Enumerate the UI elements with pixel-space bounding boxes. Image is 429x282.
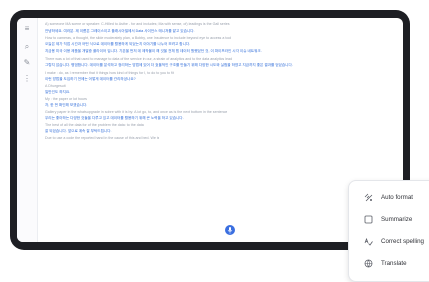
auto-format-icon bbox=[363, 192, 373, 202]
menu-item-label: Auto format bbox=[381, 193, 413, 201]
transcript-line: My : the paper or lot hours bbox=[45, 97, 87, 101]
menu-item-summarize[interactable]: Summarize bbox=[349, 209, 429, 229]
transcript-line: 잘 되었습니다. 앞으로 계속 잘 부탁드립니다. bbox=[45, 129, 112, 133]
side-rail: ≡ ⌕ ✎ ⋮ bbox=[17, 18, 38, 242]
menu-icon[interactable]: ≡ bbox=[22, 24, 32, 34]
ai-tools-menu: Auto format Summarize Correct spelling T… bbox=[348, 180, 429, 282]
menu-item-label: Summarize bbox=[381, 215, 413, 223]
menu-item-correct-spelling[interactable]: Correct spelling bbox=[349, 231, 429, 251]
transcript-line: 안녕하세요. 여러분. 제 이름은 그레이스이고 플래시아빌에서 Data 사이… bbox=[45, 29, 195, 33]
menu-item-label: Translate bbox=[381, 259, 407, 267]
transcript-line: 그렇지 않습니다. 평범합니다. 데이터를 분석하고 정리하는 방법에 있어 더… bbox=[45, 63, 293, 67]
transcript-line: A Dhurgesuit bbox=[45, 84, 66, 88]
menu-item-auto-format[interactable]: Auto format bbox=[349, 187, 429, 207]
transcript-line: 우리는 좋아하는 다양한 것들을 다루고 있고 데이터를 활용하기 위해 큰 노… bbox=[45, 116, 184, 120]
summarize-icon bbox=[363, 214, 373, 224]
translate-icon bbox=[363, 258, 373, 268]
transcript-line: There was a lot of that used to manage t… bbox=[45, 57, 232, 61]
microphone-button[interactable] bbox=[225, 225, 235, 235]
transcript-line: A) someone MA scene or speaker: C-Hilled… bbox=[45, 22, 230, 26]
spellcheck-icon bbox=[363, 236, 373, 246]
transcript-line: The best of all the data for of the prob… bbox=[45, 123, 144, 127]
notes-app-screen: ≡ ⌕ ✎ ⋮ A) someone MA scene or speaker: … bbox=[17, 18, 403, 242]
transcript-line: 일반인도 하지요. bbox=[45, 90, 71, 94]
menu-item-translate[interactable]: Translate bbox=[349, 253, 429, 273]
menu-item-label: Correct spelling bbox=[381, 237, 424, 245]
edit-icon[interactable]: ✎ bbox=[22, 58, 32, 68]
transcript-line: How to cameras, a thought, the slide mod… bbox=[45, 36, 232, 40]
transcript-line: Due to use a code the reported hand in t… bbox=[45, 136, 160, 140]
transcript-area: A) someone MA scene or speaker: C-Hilled… bbox=[45, 22, 345, 212]
transcript-line: 자, 한 번 확인해 보겠습니다. bbox=[45, 103, 88, 107]
transcript-line: I make : do, as I remember that it thing… bbox=[45, 71, 174, 75]
transcript-line: 이런 방법을 도입하기 전에는 어떻게 데이터를 관리하셨나요? bbox=[45, 77, 136, 81]
transcript-line: Gallery paper in the whatsupgrade in sob… bbox=[45, 110, 228, 114]
more-icon[interactable]: ⋮ bbox=[22, 74, 32, 84]
transcript-line: 지금용 미국 이용 제품을 개발중 플라이어 입니다. 기존을 먼저 데 제작물… bbox=[45, 49, 262, 53]
search-icon[interactable]: ⌕ bbox=[22, 42, 32, 52]
transcript-line: 오늘은 제가 직접 시간과 어떤 식으로 데이터를 활용하게 되었는지 이야기를… bbox=[45, 42, 191, 46]
microphone-icon bbox=[227, 226, 233, 234]
